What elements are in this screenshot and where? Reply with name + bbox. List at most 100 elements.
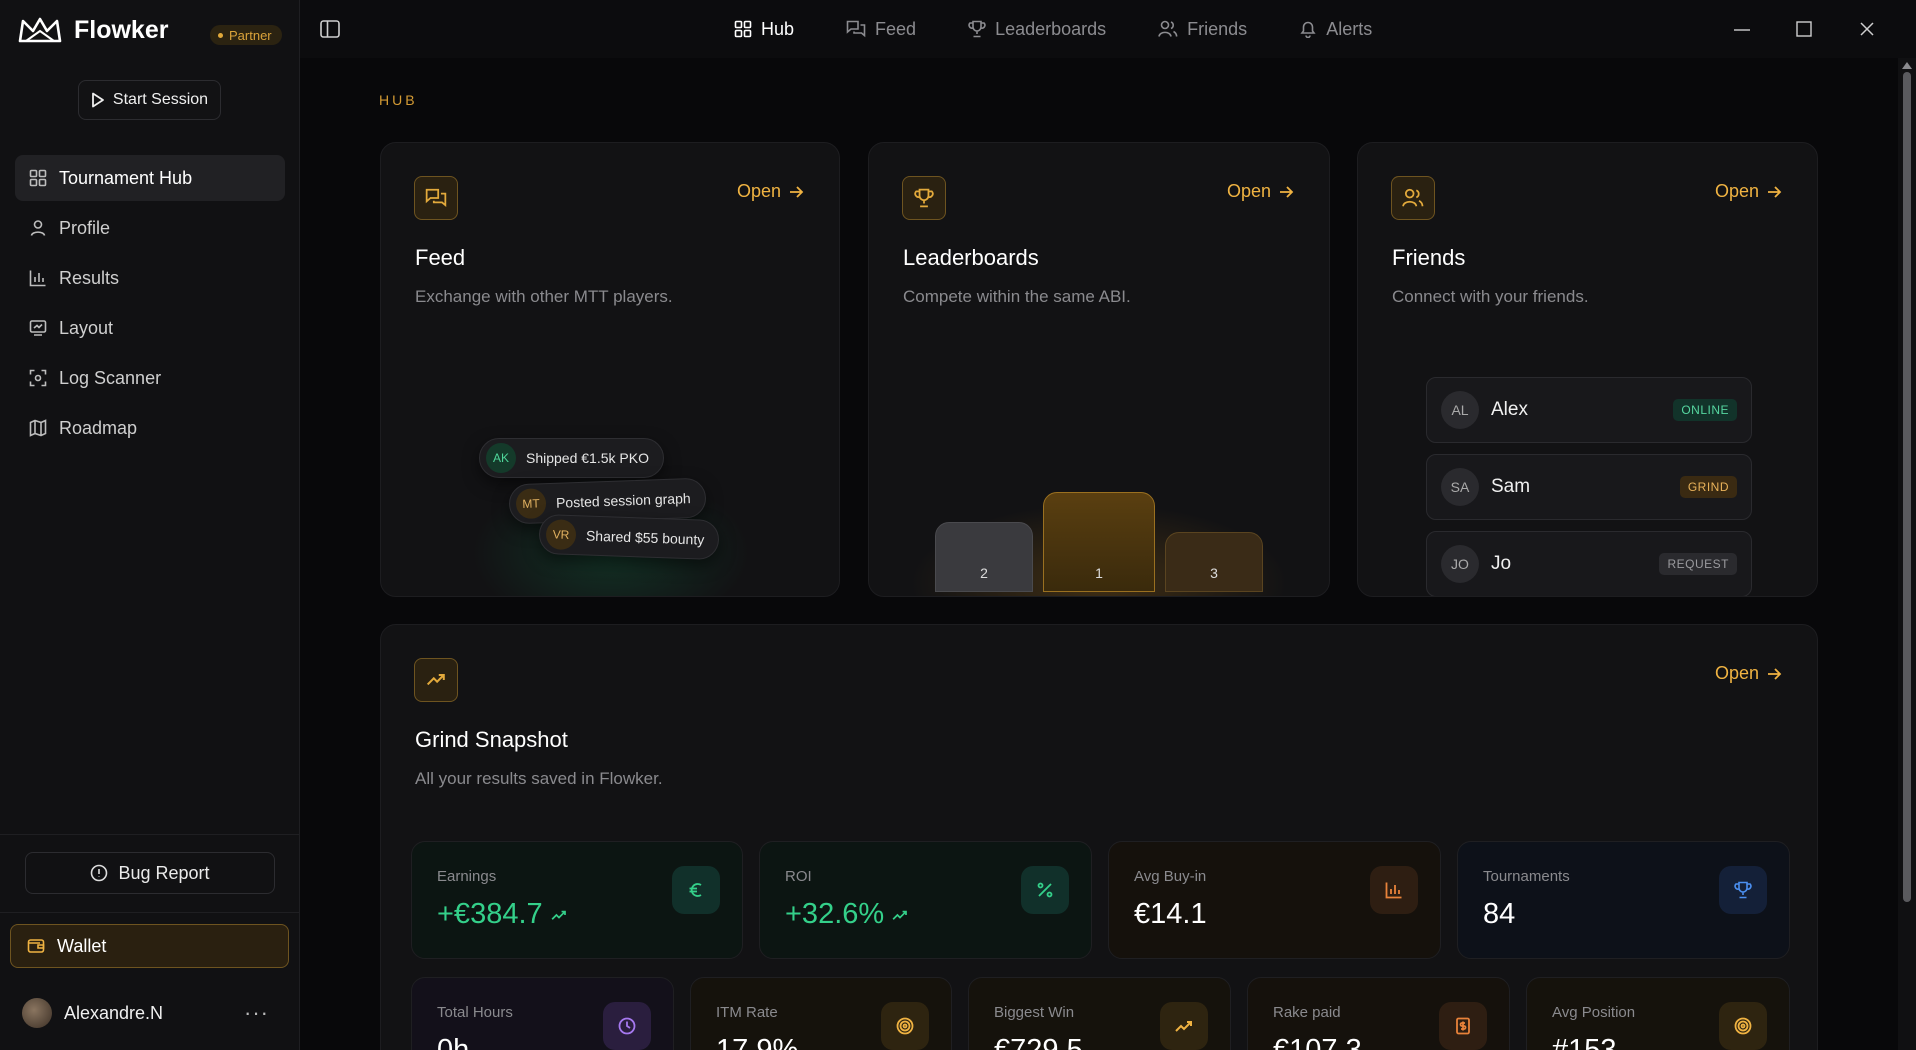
sidebar-item-tournament-hub[interactable]: Tournament Hub [15, 155, 285, 201]
tab-hub[interactable]: Hub [708, 19, 820, 40]
user-profile[interactable]: Alexandre.N [22, 998, 163, 1028]
sidebar-toggle-icon[interactable] [320, 20, 340, 38]
trophy-icon [968, 20, 986, 38]
bubble-text: Shared $55 bounty [585, 527, 705, 548]
top-bar: Hub Feed Leaderboards Friends Alerts [300, 0, 1916, 58]
sidebar-item-results[interactable]: Results [15, 255, 285, 301]
trending-up-icon [1160, 1002, 1208, 1050]
stat-label: ITM Rate [716, 1004, 778, 1021]
open-grind-button[interactable]: Open [1715, 663, 1782, 684]
card-title: Feed [415, 245, 466, 270]
maximize-icon[interactable] [1796, 21, 1812, 37]
start-session-button[interactable]: Start Session [78, 80, 221, 120]
tab-feed[interactable]: Feed [820, 19, 942, 40]
grid-icon [734, 20, 752, 38]
logo[interactable]: Flowker [18, 16, 168, 45]
card-description: All your results saved in Flowker. [415, 769, 663, 788]
euro-icon [672, 866, 720, 914]
tab-label: Alerts [1326, 18, 1373, 39]
feed-card[interactable]: Open Feed Exchange with other MTT player… [380, 142, 840, 597]
podium-second: 2 [935, 522, 1033, 592]
friend-name: Alex [1491, 399, 1528, 420]
leaderboards-card[interactable]: Open Leaderboards Compete within the sam… [868, 142, 1330, 597]
tab-friends[interactable]: Friends [1132, 19, 1273, 40]
stat-label: Tournaments [1483, 868, 1570, 885]
trending-up-icon [892, 910, 908, 920]
scrollbar-thumb[interactable] [1903, 72, 1911, 902]
sidebar-item-label: Tournament Hub [59, 167, 193, 188]
trophy-icon [1719, 866, 1767, 914]
tab-leaderboards[interactable]: Leaderboards [942, 19, 1132, 40]
open-feed-button[interactable]: Open [737, 181, 804, 202]
grind-snapshot-card[interactable]: Open Grind Snapshot All your results sav… [380, 624, 1818, 1050]
bubble-text: Posted session graph [555, 490, 691, 511]
users-icon [1391, 176, 1435, 220]
wallet-label: Wallet [57, 935, 107, 956]
arrow-right-icon [790, 185, 804, 198]
avatar: MT [515, 488, 547, 520]
tab-alerts[interactable]: Alerts [1273, 19, 1398, 40]
open-leaderboards-button[interactable]: Open [1227, 181, 1294, 202]
monitor-icon [29, 320, 47, 336]
stat-tournaments: Tournaments 84 [1457, 841, 1790, 959]
scan-icon [29, 369, 47, 387]
user-icon [30, 220, 46, 236]
chat-icon [414, 176, 458, 220]
partner-label: Partner [229, 27, 272, 43]
sidebar-item-label: Layout [59, 317, 114, 338]
friend-row[interactable]: AL Alex ONLINE [1426, 377, 1752, 443]
close-icon[interactable] [1860, 22, 1874, 36]
scroll-up-icon[interactable] [1902, 62, 1912, 69]
open-label: Open [736, 181, 781, 201]
friend-row[interactable]: SA Sam GRIND [1426, 454, 1752, 520]
avatar: VR [545, 519, 577, 551]
friend-name: Jo [1491, 553, 1512, 574]
friend-row[interactable]: JO Jo REQUEST [1426, 531, 1752, 596]
status-badge: GRIND [1679, 476, 1737, 498]
stat-value: +32.6% [785, 898, 908, 931]
stat-value: +€384.7 [437, 898, 567, 931]
bug-report-button[interactable]: Bug Report [25, 852, 275, 894]
friends-card[interactable]: Open Friends Connect with your friends. … [1357, 142, 1818, 597]
tab-label: Leaderboards [995, 18, 1107, 39]
scrollbar[interactable] [1898, 58, 1916, 1050]
card-title: Grind Snapshot [415, 727, 568, 752]
main-content: HUB Open Feed Exchange with other MTT pl… [300, 58, 1898, 1050]
sidebar-item-roadmap[interactable]: Roadmap [15, 405, 285, 451]
stat-roi: ROI +32.6% [759, 841, 1092, 959]
stat-earnings: Earnings +€384.7 [411, 841, 743, 959]
arrow-right-icon [1768, 185, 1782, 198]
sidebar-item-log-scanner[interactable]: Log Scanner [15, 355, 285, 401]
avatar: SA [1441, 468, 1479, 506]
more-options-icon[interactable]: ··· [244, 1000, 269, 1026]
avatar [22, 998, 52, 1028]
tab-label: Hub [761, 18, 795, 39]
stat-value: 17.9% [716, 1034, 799, 1050]
stat-value-text: +32.6% [785, 898, 885, 930]
stat-value: €107.3 [1273, 1034, 1362, 1050]
sidebar-item-profile[interactable]: Profile [15, 205, 285, 251]
trophy-icon [902, 176, 946, 220]
clock-icon [603, 1002, 651, 1050]
sidebar-item-layout[interactable]: Layout [15, 305, 285, 351]
open-friends-button[interactable]: Open [1715, 181, 1782, 202]
sidebar-divider [0, 912, 300, 913]
sidebar-divider [0, 834, 300, 835]
stat-rake-paid: Rake paid €107.3 [1247, 977, 1510, 1050]
minimize-icon[interactable] [1734, 29, 1750, 31]
friend-name: Sam [1491, 476, 1531, 497]
arrow-right-icon [1280, 185, 1294, 198]
users-icon [1158, 20, 1178, 37]
podium-first: 1 [1043, 492, 1155, 592]
stat-avg-position: Avg Position #153 [1526, 977, 1790, 1050]
app-name: Flowker [74, 16, 169, 44]
status-badge: ONLINE [1673, 399, 1737, 421]
podium-third: 3 [1165, 532, 1263, 592]
open-label: Open [1714, 181, 1759, 201]
tab-label: Friends [1187, 18, 1248, 39]
sidebar: Flowker Partner Start Session Tournament… [0, 0, 300, 1050]
dot-icon [218, 32, 223, 38]
wallet-button[interactable]: Wallet [10, 924, 289, 968]
stat-label: ROI [785, 868, 812, 885]
bar-chart-icon [29, 270, 46, 287]
